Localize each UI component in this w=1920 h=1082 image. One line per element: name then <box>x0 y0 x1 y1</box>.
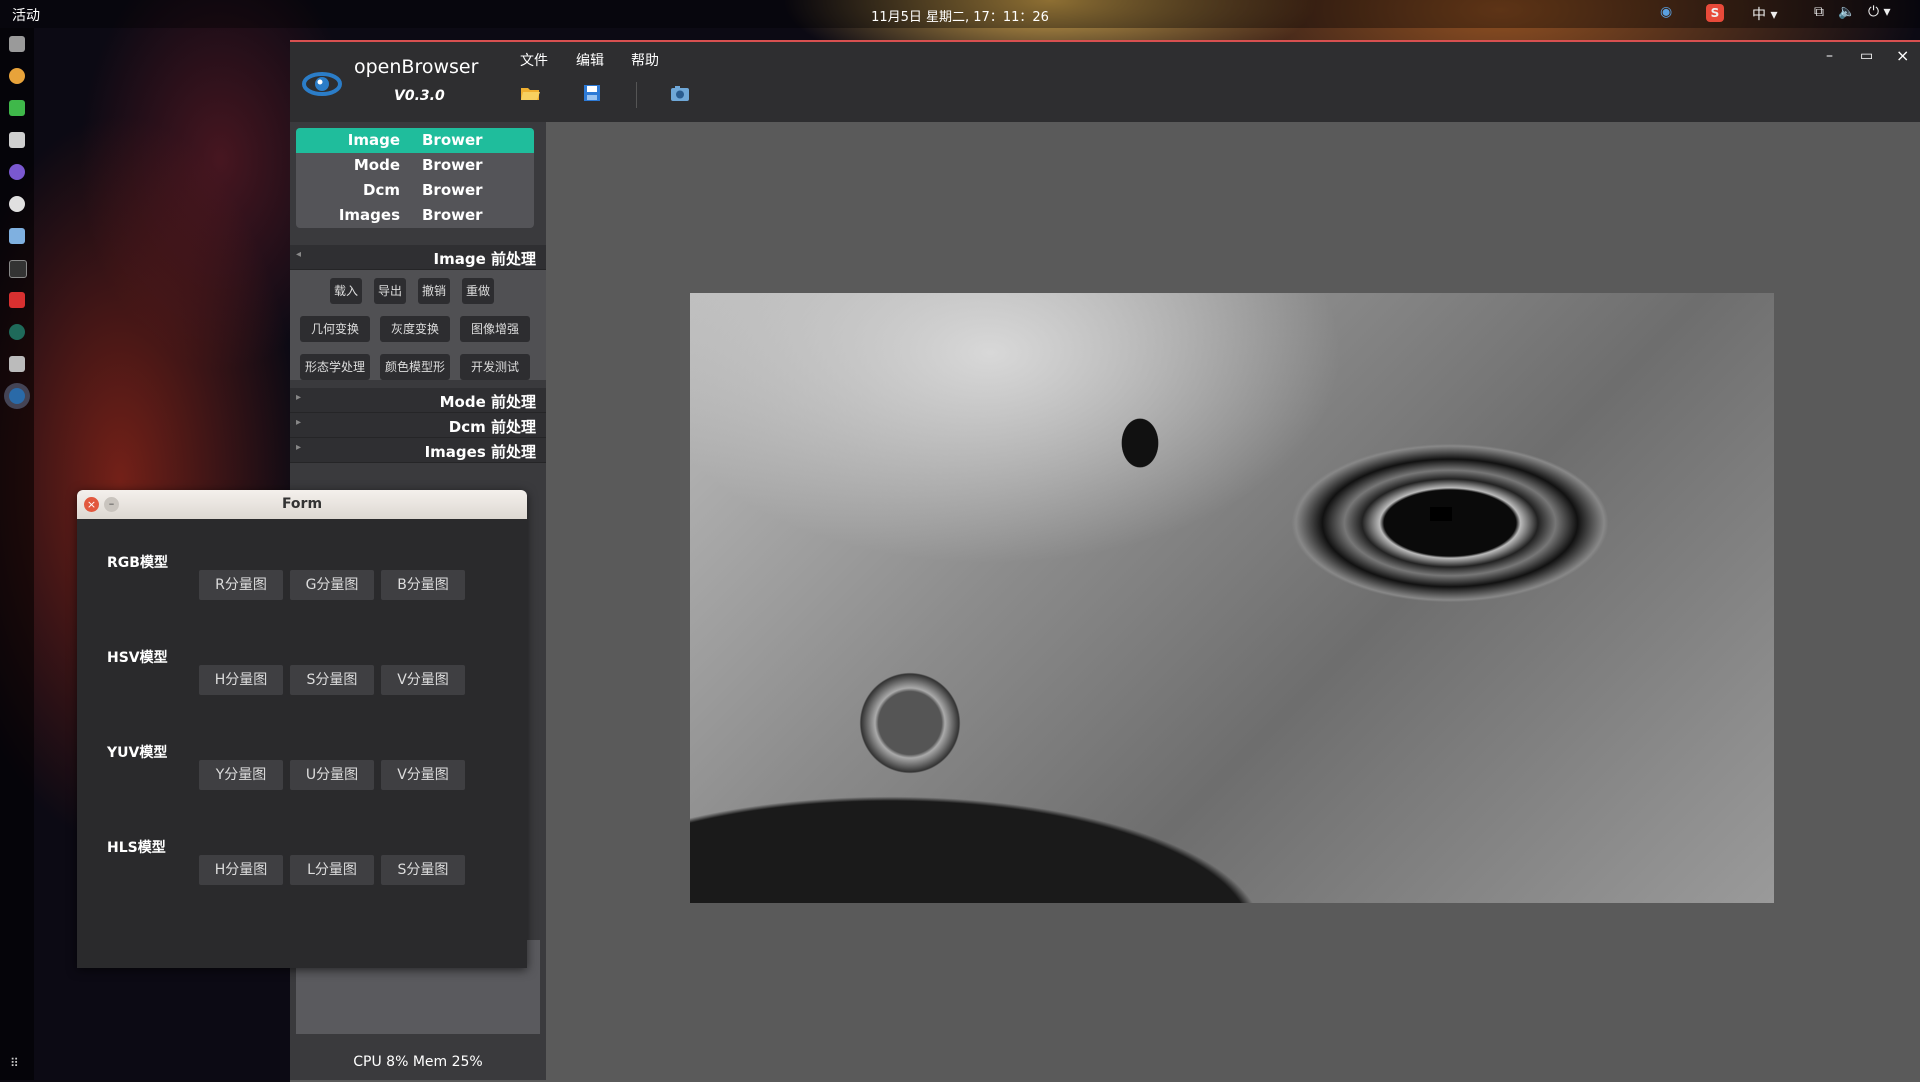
u-component-button[interactable]: U分量图 <box>290 760 374 790</box>
save-icon[interactable] <box>582 84 602 102</box>
volume-icon[interactable]: 🔈 <box>1838 4 1855 20</box>
eye-tray-icon[interactable]: ◉ <box>1660 4 1672 20</box>
dock: ⠿ <box>0 28 34 1080</box>
browser-list: Image Brower Mode Brower Dcm Brower Images B… <box>296 128 534 228</box>
image-preprocess-panel: 载入 导出 撤销 重做 几何变换 灰度变换 图像增强 形态学处理 颜色模型形 开… <box>290 270 546 380</box>
section-dcm-preprocess[interactable]: ▸ Dcm 前处理 <box>290 413 546 438</box>
openbrowser-dock-icon[interactable] <box>9 388 25 404</box>
sogou-tray-icon[interactable]: S <box>1706 4 1724 22</box>
morphology-button[interactable]: 形态学处理 <box>300 354 370 380</box>
image-detail <box>1430 507 1452 521</box>
eye-logo-icon <box>302 72 342 96</box>
menu-file[interactable]: 文件 <box>520 50 548 70</box>
group-label-hsv: HSV模型 <box>107 650 168 666</box>
expand-arrow-icon: ▸ <box>296 442 302 453</box>
image-enhance-button[interactable]: 图像增强 <box>460 316 530 342</box>
load-button[interactable]: 载入 <box>330 278 362 304</box>
s-component-button[interactable]: S分量图 <box>381 855 465 885</box>
chrome-icon[interactable] <box>9 68 25 84</box>
network-icon[interactable]: ⧉ <box>1814 4 1824 20</box>
form-titlebar[interactable]: × – Form <box>77 490 527 519</box>
clock[interactable]: 11月5日 星期二, 17：11：26 <box>0 6 1920 25</box>
input-method-indicator[interactable]: 中 ▾ <box>1752 4 1777 24</box>
section-mode-preprocess[interactable]: ▸ Mode 前处理 <box>290 388 546 413</box>
foxit-icon[interactable] <box>9 292 25 308</box>
browser-item-image[interactable]: Image Brower <box>296 128 534 153</box>
form-title: Form <box>281 496 323 512</box>
geometric-transform-button[interactable]: 几何变换 <box>300 316 370 342</box>
tool-icon[interactable] <box>9 260 27 278</box>
minimize-button[interactable]: – <box>1826 48 1833 64</box>
v-component-button[interactable]: V分量图 <box>381 760 465 790</box>
expand-arrow-icon: ▸ <box>296 392 302 403</box>
remote-icon[interactable] <box>9 324 25 340</box>
show-apps-icon[interactable]: ⠿ <box>10 1056 19 1070</box>
group-label-yuv: YUV模型 <box>107 745 168 761</box>
group-label-hls: HLS模型 <box>107 840 166 856</box>
v-component-button[interactable]: V分量图 <box>381 665 465 695</box>
terminal-icon[interactable] <box>9 132 25 148</box>
y-component-button[interactable]: Y分量图 <box>199 760 283 790</box>
h-component-button[interactable]: H分量图 <box>199 855 283 885</box>
toolbar-separator <box>636 82 637 108</box>
window-header: openBrowser V0.3.0 文件 编辑 帮助 – ▭ × <box>290 42 1920 122</box>
displayed-image <box>690 293 1774 903</box>
chat-icon[interactable] <box>9 100 25 116</box>
undo-button[interactable]: 撤销 <box>418 278 450 304</box>
menu-help[interactable]: 帮助 <box>631 50 659 70</box>
collapse-arrow-icon: ◂ <box>296 249 302 260</box>
menu-edit[interactable]: 编辑 <box>576 50 604 70</box>
status-text: CPU 8% Mem 25% <box>353 1054 483 1070</box>
app-title: openBrowser <box>354 56 479 78</box>
s-component-button[interactable]: S分量图 <box>290 665 374 695</box>
color-model-button[interactable]: 颜色模型形 <box>380 354 450 380</box>
screenshot-camera-icon[interactable] <box>670 84 690 102</box>
openbrowser-window: openBrowser V0.3.0 文件 编辑 帮助 – ▭ × Image B… <box>290 40 1920 1082</box>
maximize-button[interactable]: ▭ <box>1860 48 1873 64</box>
form-dialog: × – Form RGB模型 R分量图 G分量图 B分量图 HSV模型 H分量图… <box>77 490 527 968</box>
redo-button[interactable]: 重做 <box>462 278 494 304</box>
top-bar: 活动 11月5日 星期二, 17：11：26 ◉ S 中 ▾ ⧉ 🔈 ⏻ ▾ <box>0 0 1920 28</box>
open-folder-icon[interactable] <box>520 84 540 102</box>
package-icon[interactable] <box>9 228 25 244</box>
app-version: V0.3.0 <box>394 88 445 104</box>
camera-icon[interactable] <box>9 356 25 372</box>
expand-arrow-icon: ▸ <box>296 417 302 428</box>
b-component-button[interactable]: B分量图 <box>381 570 465 600</box>
dev-test-button[interactable]: 开发测试 <box>460 354 530 380</box>
g-component-button[interactable]: G分量图 <box>290 570 374 600</box>
files-icon[interactable] <box>9 36 25 52</box>
browser-item-dcm[interactable]: Dcm Brower <box>296 178 534 203</box>
section-image-preprocess[interactable]: ◂ Image 前处理 <box>290 245 546 270</box>
r-component-button[interactable]: R分量图 <box>199 570 283 600</box>
image-viewer[interactable] <box>546 122 1920 1080</box>
power-icon[interactable]: ⏻ ▾ <box>1868 4 1891 20</box>
l-component-button[interactable]: L分量图 <box>290 855 374 885</box>
section-images-preprocess[interactable]: ▸ Images 前处理 <box>290 438 546 463</box>
browser-icon[interactable] <box>9 196 25 212</box>
group-label-rgb: RGB模型 <box>107 555 168 571</box>
gray-transform-button[interactable]: 灰度变换 <box>380 316 450 342</box>
export-button[interactable]: 导出 <box>374 278 406 304</box>
browser-item-mode[interactable]: Mode Brower <box>296 153 534 178</box>
app-icon[interactable] <box>9 164 25 180</box>
close-button[interactable]: × <box>1896 46 1909 65</box>
h-component-button[interactable]: H分量图 <box>199 665 283 695</box>
browser-item-images[interactable]: Images Brower <box>296 203 534 228</box>
